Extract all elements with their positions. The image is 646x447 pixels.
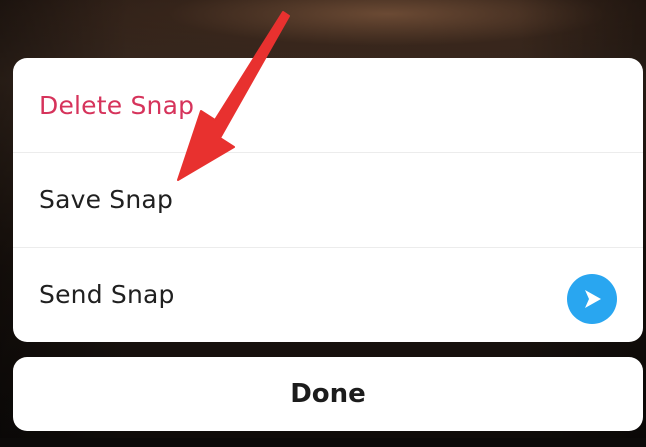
save-snap-label: Save Snap — [39, 185, 174, 214]
delete-snap-label: Delete Snap — [39, 90, 195, 120]
done-label: Done — [290, 379, 366, 409]
action-sheet: Delete Snap Save Snap Send Snap — [13, 58, 643, 342]
screen: Delete Snap Save Snap Send Snap Done — [0, 0, 646, 447]
send-arrow-glyph — [585, 290, 601, 308]
done-button[interactable]: Done — [13, 357, 643, 431]
send-snap-button[interactable]: Send Snap — [13, 247, 643, 342]
bottom-edge — [0, 438, 646, 447]
send-arrow-icon[interactable] — [567, 274, 617, 324]
delete-snap-button[interactable]: Delete Snap — [13, 58, 643, 152]
save-snap-button[interactable]: Save Snap — [13, 152, 643, 247]
send-snap-label: Send Snap — [39, 280, 175, 309]
